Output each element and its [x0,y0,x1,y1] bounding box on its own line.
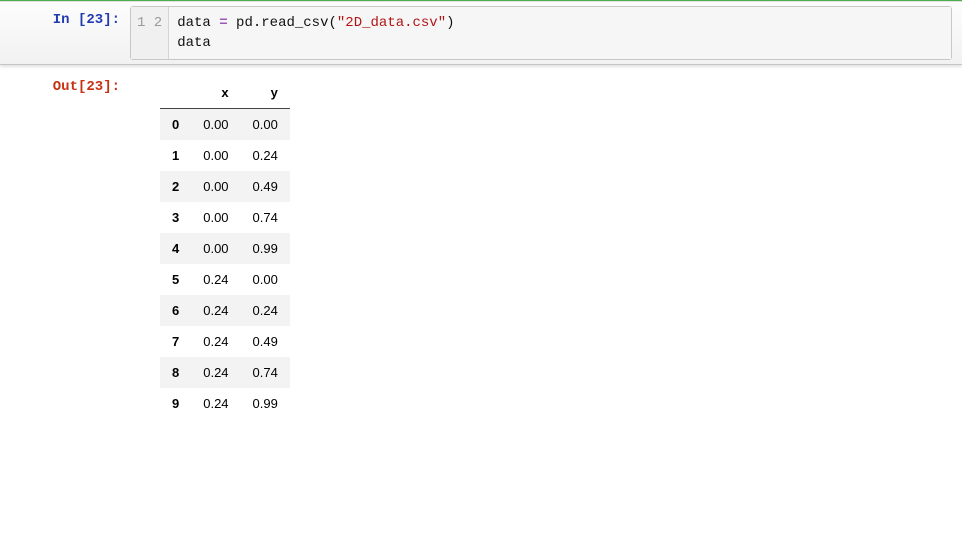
line-number-gutter: 1 2 [131,7,169,59]
table-cell: 0.00 [191,140,240,171]
table-cell: 0.00 [241,264,290,295]
code-token: ) [446,15,454,31]
table-row: 90.240.99 [160,388,290,419]
row-index: 7 [160,326,191,357]
table-cell: 0.74 [241,357,290,388]
code-token: = [219,15,227,31]
input-prompt: In [23]: [0,6,130,28]
dataframe-table: xy 00.000.0010.000.2420.000.4930.000.744… [160,77,290,419]
table-row: 30.000.74 [160,202,290,233]
row-index: 3 [160,202,191,233]
table-row: 20.000.49 [160,171,290,202]
table-cell: 0.00 [191,171,240,202]
table-cell: 0.24 [241,140,290,171]
code-token: pd [228,15,253,31]
row-index: 4 [160,233,191,264]
code-token: data [177,15,219,31]
table-row: 70.240.49 [160,326,290,357]
output-prompt: Out[23]: [0,73,130,95]
row-index: 0 [160,109,191,141]
table-column-header: x [191,77,240,109]
row-index: 5 [160,264,191,295]
row-index: 6 [160,295,191,326]
table-cell: 0.49 [241,171,290,202]
table-row: 50.240.00 [160,264,290,295]
table-cell: 0.24 [191,326,240,357]
table-cell: 0.24 [241,295,290,326]
table-row: 40.000.99 [160,233,290,264]
table-cell: 0.00 [191,202,240,233]
code-token: data [177,35,211,51]
table-body: 00.000.0010.000.2420.000.4930.000.7440.0… [160,109,290,420]
table-cell: 0.00 [241,109,290,141]
input-cell: In [23]: 1 2 data = pd.read_csv("2D_data… [0,1,962,65]
row-index: 9 [160,388,191,419]
row-index: 1 [160,140,191,171]
table-cell: 0.99 [241,233,290,264]
code-editor[interactable]: 1 2 data = pd.read_csv("2D_data.csv") da… [130,6,952,60]
notebook-cell: In [23]: 1 2 data = pd.read_csv("2D_data… [0,0,962,419]
row-index: 2 [160,171,191,202]
code-token: "2D_data.csv" [337,15,446,31]
code-token: ( [328,15,336,31]
table-cell: 0.74 [241,202,290,233]
table-cell: 0.49 [241,326,290,357]
table-row: 10.000.24 [160,140,290,171]
table-row: 00.000.00 [160,109,290,141]
table-header-row: xy [160,77,290,109]
table-cell: 0.24 [191,388,240,419]
row-index: 8 [160,357,191,388]
table-cell: 0.24 [191,357,240,388]
table-column-header: y [241,77,290,109]
table-header-blank [160,77,191,109]
output-body: xy 00.000.0010.000.2420.000.4930.000.744… [130,73,290,419]
code-token: . [253,15,261,31]
table-cell: 0.99 [241,388,290,419]
code-body[interactable]: data = pd.read_csv("2D_data.csv") data [169,7,951,59]
code-token: read_csv [261,15,328,31]
table-cell: 0.24 [191,264,240,295]
table-row: 60.240.24 [160,295,290,326]
table-row: 80.240.74 [160,357,290,388]
table-cell: 0.00 [191,109,240,141]
output-cell: Out[23]: xy 00.000.0010.000.2420.000.493… [0,73,962,419]
table-cell: 0.00 [191,233,240,264]
table-cell: 0.24 [191,295,240,326]
